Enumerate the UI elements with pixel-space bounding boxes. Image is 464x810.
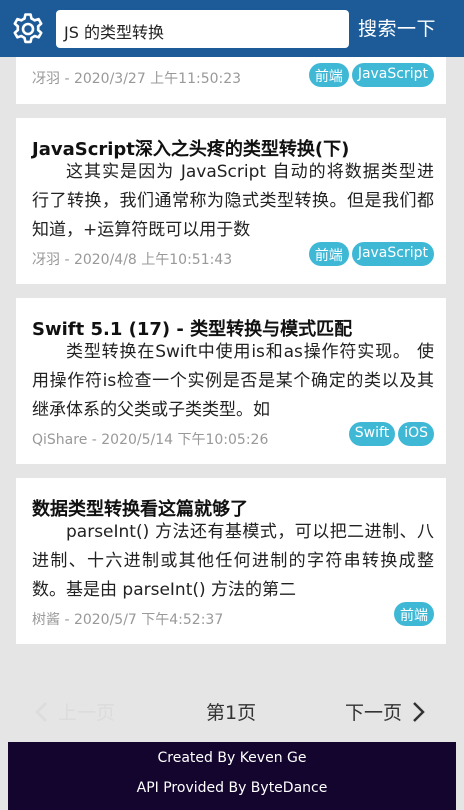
article-summary: 这其实是因为 JavaScript 自动的将数据类型进行了转换，我们通常称为隐式… <box>32 162 434 240</box>
article-card[interactable]: JavaScript深入之头疼的类型转换(下) 这其实是因为 JavaScrip… <box>16 118 446 284</box>
article-meta: 冴羽 - 2020/4/8 上午10:51:43 <box>32 252 233 268</box>
gear-icon <box>13 12 43 43</box>
prev-page-label: 上一页 <box>58 702 116 724</box>
settings-button[interactable] <box>0 0 56 57</box>
article-summary: parseInt() 方法还有基模式，可以把二进制、八进制、十六进制或其他任何进… <box>32 522 434 600</box>
search-button[interactable]: 搜索一下 <box>358 14 436 41</box>
tag-badge[interactable]: 前端 <box>308 242 349 266</box>
article-card[interactable]: 数据类型转换看这篇就够了 parseInt() 方法还有基模式，可以把二进制、八… <box>16 478 446 644</box>
footer-api-credit: API Provided By ByteDance <box>136 780 328 796</box>
tag-badge[interactable]: 前端 <box>308 63 349 87</box>
article-tags: 前端 <box>394 602 434 626</box>
tag-badge[interactable]: iOS <box>398 422 434 446</box>
article-meta: 冴羽 - 2020/3/27 上午11:50:23 <box>32 71 242 87</box>
article-tags: 前端 JavaScript <box>308 63 434 87</box>
article-tags: 前端 JavaScript <box>308 242 434 266</box>
tag-badge[interactable]: Swift <box>348 422 396 446</box>
pagination: 上一页 第1页 下一页 <box>0 680 464 742</box>
article-summary: 类型转换在Swift中使用is和as操作符实现。 使用操作符is检查一个实例是否… <box>32 342 434 420</box>
prev-page-button[interactable]: 上一页 <box>34 698 115 725</box>
next-page-button[interactable]: 下一页 <box>345 698 426 725</box>
chevron-left-icon <box>35 701 47 722</box>
footer-credit: Created By Keven Ge <box>157 750 307 766</box>
article-card[interactable]: Swift 5.1 (17) - 类型转换与模式匹配 类型转换在Swift中使用… <box>16 298 446 464</box>
article-tags: Swift iOS <box>348 422 434 446</box>
next-page-label: 下一页 <box>345 702 403 724</box>
article-meta: QiShare - 2020/5/14 下午10:05:26 <box>32 432 269 448</box>
search-input[interactable]: JS 的类型转换 <box>56 10 349 48</box>
tag-badge[interactable]: JavaScript <box>351 63 434 87</box>
current-page-indicator: 第1页 <box>206 702 257 724</box>
tag-badge[interactable]: JavaScript <box>351 242 434 266</box>
tag-badge[interactable]: 前端 <box>394 602 434 626</box>
footer: Created By Keven Ge API Provided By Byte… <box>8 742 456 810</box>
chevron-right-icon <box>413 701 425 722</box>
article-meta: 树酱 - 2020/5/7 下午4:52:37 <box>32 612 224 628</box>
top-search-bar: JS 的类型转换 搜索一下 <box>0 0 464 57</box>
